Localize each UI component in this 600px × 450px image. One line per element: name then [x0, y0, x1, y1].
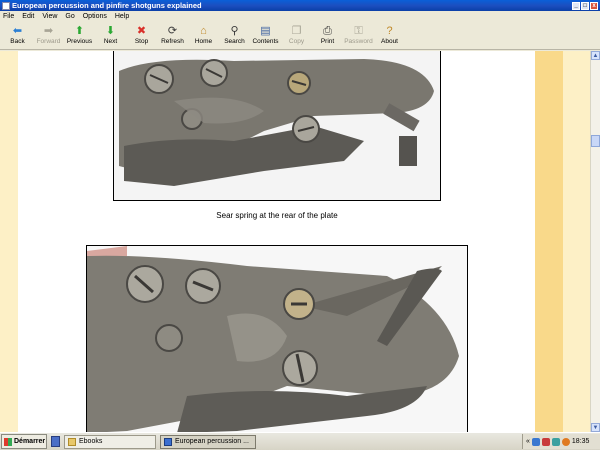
ebook-reader-icon: [164, 437, 172, 446]
quick-launch-icon[interactable]: [51, 436, 60, 447]
key-icon: ⚿: [354, 25, 363, 37]
toolbar-button-label: Print: [320, 38, 335, 45]
down-arrow-icon: ⬇: [105, 25, 116, 37]
toolbar-back-button[interactable]: ⬅ Back: [2, 22, 33, 50]
copy-icon: ❐: [291, 25, 302, 37]
toolbar-button-label: Password: [344, 38, 373, 45]
menu-view[interactable]: View: [42, 13, 57, 20]
toolbar-button-label: Home: [194, 38, 213, 45]
minimize-button[interactable]: _: [572, 1, 580, 10]
back-arrow-icon: ⬅: [12, 25, 23, 37]
vertical-scrollbar[interactable]: ▲ ▼: [590, 51, 600, 432]
toolbar-search-button[interactable]: ⚲ Search: [219, 22, 250, 50]
toolbar-about-button[interactable]: ? About: [374, 22, 405, 50]
page-content: Sear spring at the rear of the plate: [0, 51, 590, 432]
toolbar-password-button: ⚿ Password: [343, 22, 374, 50]
menu-bar: File Edit View Go Options Help: [0, 11, 600, 22]
menu-file[interactable]: File: [3, 13, 14, 20]
sear-spring-image: [87, 246, 467, 432]
tray-expand-chevron[interactable]: «: [526, 438, 530, 445]
refresh-icon: ⟳: [167, 25, 178, 37]
lock-photo-bottom: [86, 245, 468, 432]
maximize-button[interactable]: □: [581, 1, 589, 10]
menu-edit[interactable]: Edit: [22, 13, 34, 20]
toolbar-contents-button[interactable]: ▤ Contents: [250, 22, 281, 50]
toolbar-button-label: Stop: [134, 38, 149, 45]
network-icon[interactable]: [531, 437, 540, 446]
app-icon: [2, 1, 10, 10]
toolbar-copy-button: ❐ Copy: [281, 22, 312, 50]
toolbar-button-label: Back: [10, 38, 25, 45]
home-icon: ⌂: [200, 25, 207, 37]
start-button[interactable]: Démarrer: [1, 434, 47, 449]
close-button[interactable]: x: [590, 1, 598, 10]
taskbar-item-ebooks[interactable]: Ebooks: [64, 434, 156, 449]
forward-arrow-icon: ➡: [43, 25, 54, 37]
toolbar-button-label: Refresh: [161, 38, 184, 45]
scroll-up-button[interactable]: ▲: [591, 51, 600, 60]
toolbar-previous-button[interactable]: ⬆ Previous: [64, 22, 95, 50]
window-title-bar[interactable]: European percussion and pinfire shotguns…: [0, 0, 600, 11]
system-tray: « 18:35: [522, 434, 600, 449]
toolbar-refresh-button[interactable]: ⟳ Refresh: [157, 22, 188, 50]
search-icon: ⚲: [230, 25, 239, 37]
right-margin-strip: [563, 51, 590, 432]
scroll-thumb[interactable]: [591, 135, 600, 147]
scroll-down-button[interactable]: ▼: [591, 423, 600, 432]
lock-mechanism-image: [114, 51, 440, 200]
toolbar-button-label: Forward: [36, 38, 61, 45]
taskbar: Démarrer Ebooks European percussion ... …: [0, 432, 600, 450]
lock-photo-top: [113, 51, 441, 201]
windows-logo-icon: [4, 437, 12, 446]
toolbar-print-button[interactable]: ⎙ Print: [312, 22, 343, 50]
toolbar-button-label: Copy: [288, 38, 305, 45]
toolbar-stop-button[interactable]: ✖ Stop: [126, 22, 157, 50]
window-title: European percussion and pinfire shotguns…: [12, 1, 202, 10]
menu-go[interactable]: Go: [65, 13, 74, 20]
menu-options[interactable]: Options: [83, 13, 107, 20]
toolbar-home-button[interactable]: ⌂ Home: [188, 22, 219, 50]
update-icon[interactable]: [561, 437, 570, 446]
toolbar-button-label: Next: [103, 38, 118, 45]
toolbar-button-label: About: [381, 38, 398, 45]
clock: 18:35: [571, 438, 590, 445]
question-icon: ?: [386, 25, 393, 37]
toolbar-button-label: Contents: [252, 38, 279, 45]
stop-icon: ✖: [136, 25, 147, 37]
right-accent-strip: [535, 51, 563, 432]
messenger-icon[interactable]: [551, 437, 560, 446]
taskbar-item-label: Ebooks: [79, 438, 103, 445]
taskbar-item-label: European percussion ...: [175, 438, 249, 445]
print-icon: ⎙: [323, 25, 332, 37]
folder-icon: [68, 437, 76, 446]
toolbar-next-button[interactable]: ⬇ Next: [95, 22, 126, 50]
start-label: Démarrer: [14, 438, 46, 445]
taskbar-item-ebook-reader[interactable]: European percussion ...: [160, 434, 256, 449]
image-caption: Sear spring at the rear of the plate: [216, 211, 338, 220]
left-margin-strip: [0, 51, 18, 432]
contents-icon: ▤: [260, 25, 271, 37]
toolbar-button-label: Search: [224, 38, 245, 45]
toolbar-forward-button: ➡ Forward: [33, 22, 64, 50]
toolbar: ⬅ Back ➡ Forward ⬆ Previous ⬇ Next ✖ Stop ⟳ Refresh…: [0, 22, 600, 50]
up-arrow-icon: ⬆: [74, 25, 85, 37]
toolbar-button-label: Previous: [66, 38, 93, 45]
antivirus-icon[interactable]: [541, 437, 550, 446]
menu-help[interactable]: Help: [115, 13, 129, 20]
